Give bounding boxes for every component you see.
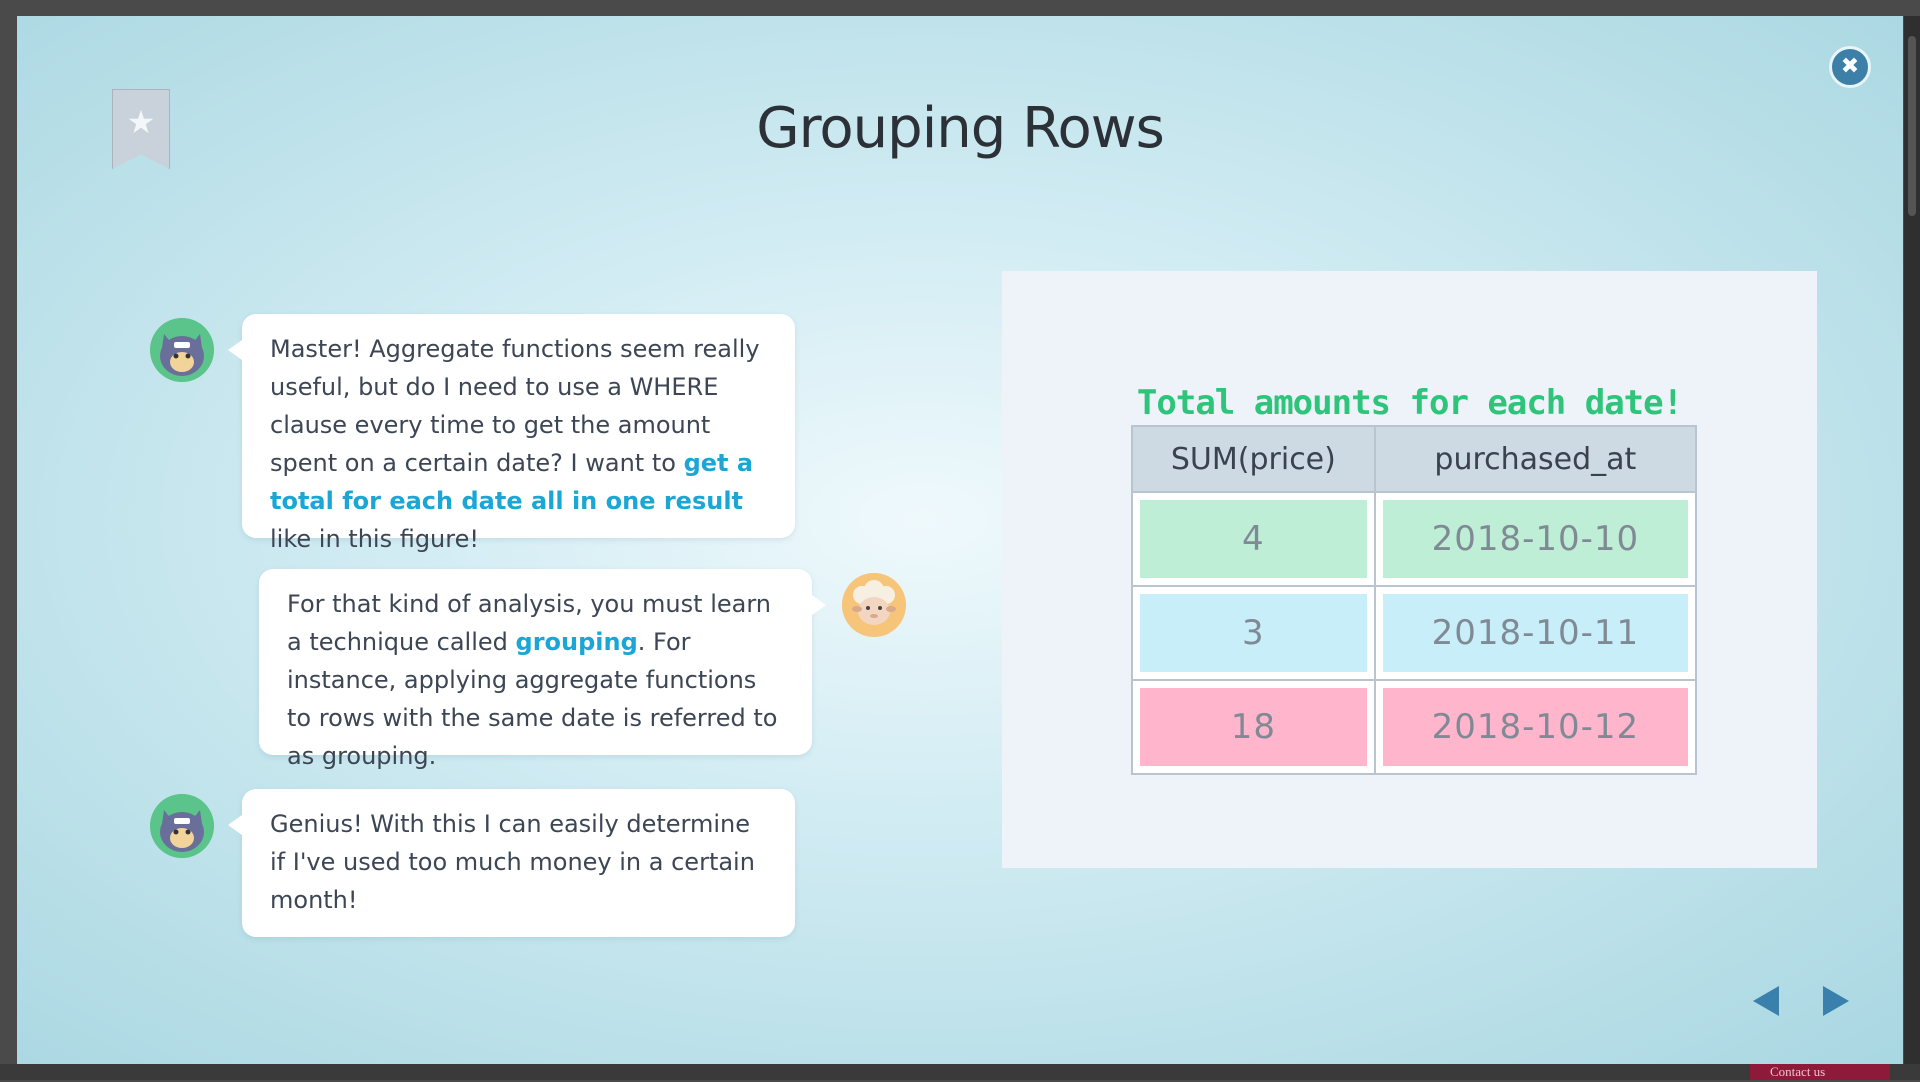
table-cell-date: 2018-10-11 bbox=[1382, 594, 1688, 672]
contact-tab[interactable]: Contact us bbox=[1750, 1062, 1890, 1080]
table-cell-sum: 4 bbox=[1140, 500, 1367, 578]
sheep-avatar bbox=[842, 573, 906, 637]
arrow-left-icon[interactable] bbox=[1753, 986, 1779, 1016]
table-cell-date: 2018-10-12 bbox=[1382, 688, 1688, 766]
chat-bubble-sheep: For that kind of analysis, you must lear… bbox=[259, 569, 826, 770]
arrow-right-icon[interactable] bbox=[1823, 986, 1849, 1016]
message-highlight: grouping bbox=[515, 628, 638, 656]
lesson-modal: ★ Grouping Rows ✖ Master! Aggregate func… bbox=[17, 16, 1903, 1064]
scrollbar-thumb[interactable] bbox=[1908, 36, 1916, 216]
page-scrollbar[interactable] bbox=[1904, 16, 1920, 1064]
sheep-character-icon bbox=[842, 573, 906, 637]
figure-panel: Total amounts for each date! SUM(price) … bbox=[1002, 271, 1817, 868]
table-cell-sum: 3 bbox=[1140, 594, 1367, 672]
result-table: SUM(price) purchased_at 4 2018-10-10 3 2… bbox=[1131, 425, 1698, 775]
cat-character-icon bbox=[150, 794, 214, 858]
close-button[interactable]: ✖ bbox=[1829, 46, 1871, 88]
cat-avatar bbox=[150, 318, 214, 382]
figure-title: Total amounts for each date! bbox=[1136, 383, 1683, 423]
cat-character-icon bbox=[150, 318, 214, 382]
message-text: Genius! With this I can easily determine… bbox=[270, 810, 755, 914]
table-row: 3 2018-10-11 bbox=[1131, 585, 1698, 681]
background-page-strip bbox=[0, 1064, 1920, 1080]
cat-avatar bbox=[150, 794, 214, 858]
message-text: like in this figure! bbox=[270, 525, 479, 553]
table-row: 18 2018-10-12 bbox=[1131, 679, 1698, 775]
column-header: SUM(price) bbox=[1131, 425, 1376, 493]
column-header: purchased_at bbox=[1373, 425, 1698, 493]
table-cell-date: 2018-10-10 bbox=[1382, 500, 1688, 578]
chat-bubble-cat-1: Master! Aggregate functions seem really … bbox=[228, 314, 795, 553]
page-title: Grouping Rows bbox=[756, 96, 1165, 161]
table-row: 4 2018-10-10 bbox=[1131, 491, 1698, 587]
chat-bubble-cat-2: Genius! With this I can easily determine… bbox=[228, 789, 795, 937]
table-header-row: SUM(price) purchased_at bbox=[1131, 425, 1698, 493]
table-cell-sum: 18 bbox=[1140, 688, 1367, 766]
